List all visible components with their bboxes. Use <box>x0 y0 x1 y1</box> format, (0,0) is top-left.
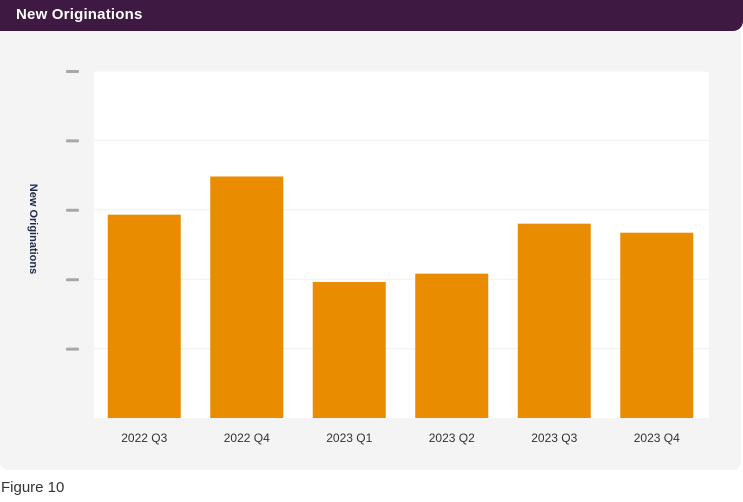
bar-2023-q3 <box>517 223 591 418</box>
y-tick-mark <box>66 139 79 143</box>
x-tick-labels: 2022 Q3 2022 Q4 2023 Q1 2023 Q2 2023 Q3 2023 … <box>121 431 680 445</box>
figure-caption: Figure 10 <box>1 479 65 496</box>
y-tick-marks <box>66 70 79 351</box>
x-tick-label: 2023 Q1 <box>326 431 372 445</box>
bar-2022-q3 <box>107 214 181 418</box>
x-tick-label: 2023 Q2 <box>429 431 475 445</box>
y-tick-mark <box>66 70 79 73</box>
bar-chart: 2022 Q3 2022 Q4 2023 Q1 2023 Q2 2023 Q3 2023 … <box>66 70 709 445</box>
bar-2023-q4 <box>620 232 694 418</box>
y-axis-label: New Originations <box>27 183 39 275</box>
y-tick-mark <box>66 208 79 212</box>
bar-2022-q4 <box>210 176 284 418</box>
plot-area <box>94 71 709 418</box>
bar-2023-q1 <box>312 281 386 418</box>
x-tick-label: 2022 Q3 <box>121 431 167 445</box>
bar-2023-q2 <box>415 273 489 418</box>
x-tick-label: 2023 Q4 <box>634 431 680 445</box>
x-tick-label: 2022 Q4 <box>224 431 270 445</box>
y-tick-mark <box>66 278 79 282</box>
y-tick-mark <box>66 347 79 351</box>
x-tick-label: 2023 Q3 <box>531 431 577 445</box>
